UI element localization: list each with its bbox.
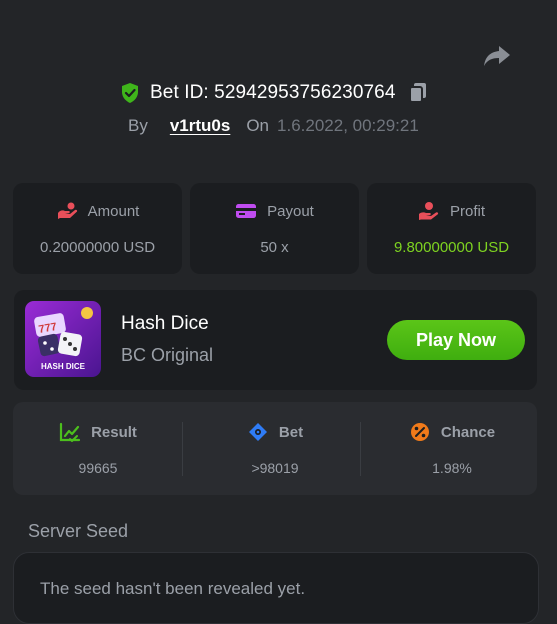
game-name[interactable]: Hash Dice [121, 313, 209, 335]
game-card: 777 HASH DICE Hash Dice BC Original Play… [14, 290, 537, 390]
by-label: By [128, 116, 148, 135]
profit-card: Profit 9.80000000 USD [367, 183, 536, 274]
wallet-hand-icon [56, 201, 78, 221]
server-seed-text: The seed hasn't been revealed yet. [40, 579, 306, 598]
card-icon [235, 201, 257, 221]
profit-value: 9.80000000 USD [393, 239, 510, 256]
diamond-target-icon [247, 422, 269, 442]
chance-label: Chance [440, 423, 496, 441]
bet-id-text: Bet ID: 52942953756230764 [150, 82, 396, 103]
bet-header: Bet ID: 52942953756230764 By v1rtu0s On … [0, 80, 557, 140]
verified-shield-icon [120, 82, 140, 104]
game-subtitle: BC Original [121, 345, 214, 365]
game-thumbnail[interactable]: 777 HASH DICE [25, 301, 101, 377]
payout-card: Payout 50 x [190, 183, 359, 274]
bet-label: Bet [278, 423, 304, 441]
result-column: Result 99665 [13, 402, 183, 495]
server-seed-label: Server Seed [28, 521, 129, 541]
bet-date: 1.6.2022, 00:29:21 [277, 116, 419, 135]
author-line: By v1rtu0s On 1.6.2022, 00:29:21 [128, 114, 419, 138]
bet-value: >98019 [251, 460, 299, 476]
profit-label: Profit [449, 202, 485, 220]
chart-check-icon [59, 422, 81, 443]
amount-value: 0.20000000 USD [39, 239, 156, 256]
username-link[interactable]: v1rtu0s [170, 116, 230, 136]
divider [360, 422, 361, 476]
copy-icon[interactable] [408, 82, 428, 104]
chance-column: Chance 1.98% [367, 402, 537, 495]
amount-label: Amount [87, 202, 140, 220]
result-value: 99665 [78, 460, 118, 476]
bet-id-line: Bet ID: 52942953756230764 [120, 80, 428, 106]
amount-card: Amount 0.20000000 USD [13, 183, 182, 274]
percent-icon [409, 422, 431, 442]
result-card: Result 99665 Bet >98019 Chance 1.98% [13, 402, 537, 495]
bet-column: Bet >98019 [190, 402, 360, 495]
server-seed-box: The seed hasn't been revealed yet. [13, 552, 539, 624]
chance-value: 1.98% [432, 460, 472, 476]
play-now-button[interactable]: Play Now [387, 320, 525, 360]
result-label: Result [91, 423, 137, 441]
game-thumb-label: HASH DICE [41, 362, 86, 371]
payout-value: 50 x [260, 239, 289, 256]
payout-label: Payout [267, 202, 314, 220]
hand-coin-icon [418, 201, 440, 221]
divider [182, 422, 183, 476]
on-label: On [246, 116, 270, 135]
share-icon[interactable] [482, 42, 512, 70]
